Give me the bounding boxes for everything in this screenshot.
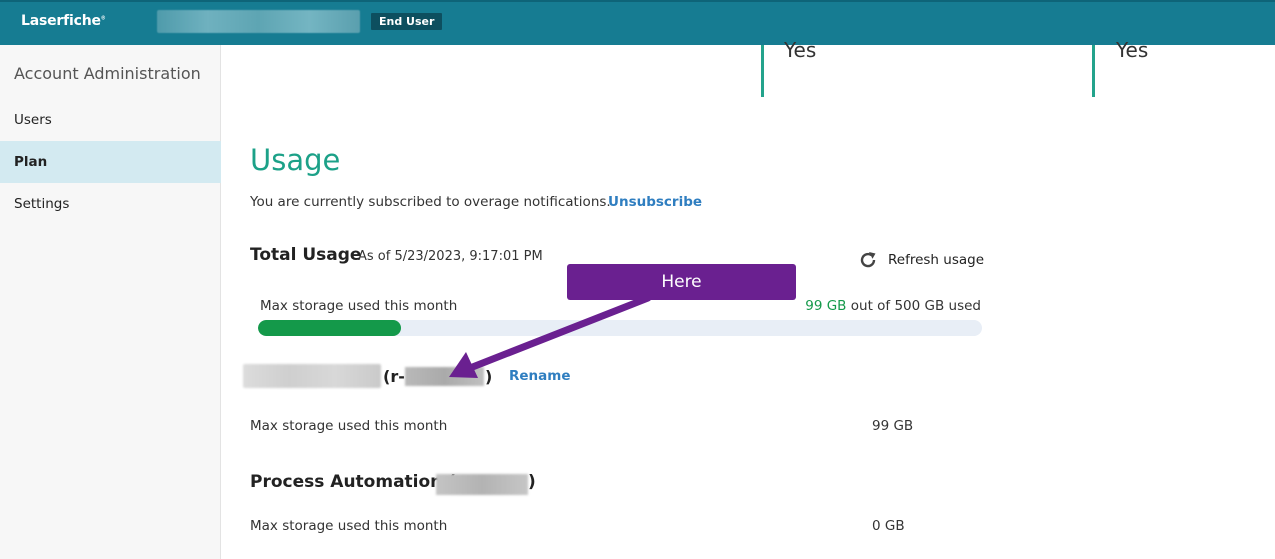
laserfiche-logo[interactable]: Laserfiche® xyxy=(21,13,106,29)
refresh-icon xyxy=(860,252,876,268)
repository-id-suffix: ) xyxy=(485,367,493,386)
repository-name-redacted xyxy=(243,364,381,388)
process-automation-title: Process Automation ( xyxy=(250,472,456,492)
repository-storage-value: 99 GB xyxy=(872,418,914,434)
refresh-usage-label: Refresh usage xyxy=(888,252,985,268)
role-badge: End User xyxy=(371,13,443,30)
sidebar: Account Administration Users Plan Settin… xyxy=(0,45,221,559)
sidebar-item-users[interactable]: Users xyxy=(0,99,221,141)
storage-progress-bar xyxy=(258,320,982,336)
usage-title: Usage xyxy=(250,143,341,177)
sidebar-item-settings[interactable]: Settings xyxy=(0,183,221,225)
process-automation-storage-label: Max storage used this month xyxy=(250,518,448,534)
process-automation-storage-value: 0 GB xyxy=(872,518,905,534)
feature-value: Yes xyxy=(784,38,817,62)
total-storage-label: Max storage used this month xyxy=(260,298,458,314)
top-bar-edge xyxy=(0,0,1275,2)
logo-trademark: ® xyxy=(100,15,106,22)
unsubscribe-link[interactable]: Unsubscribe xyxy=(608,194,702,210)
subscription-status-text: You are currently subscribed to overage … xyxy=(250,194,611,210)
feature-value: Yes xyxy=(1116,38,1149,62)
repository-id-redacted xyxy=(405,367,484,386)
feature-column-divider xyxy=(761,45,764,97)
repository-storage-label: Max storage used this month xyxy=(250,418,448,434)
feature-column-divider xyxy=(1092,45,1095,97)
process-automation-title-close: ) xyxy=(528,472,536,492)
top-bar: Laserfiche® End User xyxy=(0,0,1275,45)
process-automation-id-redacted xyxy=(436,474,528,495)
repository-id-prefix: (r- xyxy=(383,367,405,386)
total-storage-used: 99 GB out of 500 GB used xyxy=(805,298,981,314)
logo-text: Laserfiche xyxy=(21,13,101,29)
usage-timestamp: As of 5/23/2023, 9:17:01 PM xyxy=(358,249,543,264)
sidebar-title: Account Administration xyxy=(14,64,201,83)
refresh-usage-button[interactable]: Refresh usage xyxy=(858,250,984,270)
storage-used-suffix: out of 500 GB used xyxy=(850,298,981,314)
total-usage-heading: Total Usage xyxy=(250,245,362,265)
annotation-callout: Here xyxy=(567,264,796,300)
storage-progress-fill xyxy=(258,320,402,336)
storage-used-value: 99 GB xyxy=(805,298,847,314)
rename-link[interactable]: Rename xyxy=(509,368,571,384)
sidebar-item-plan[interactable]: Plan xyxy=(0,141,221,183)
organization-name-redacted xyxy=(157,10,360,33)
